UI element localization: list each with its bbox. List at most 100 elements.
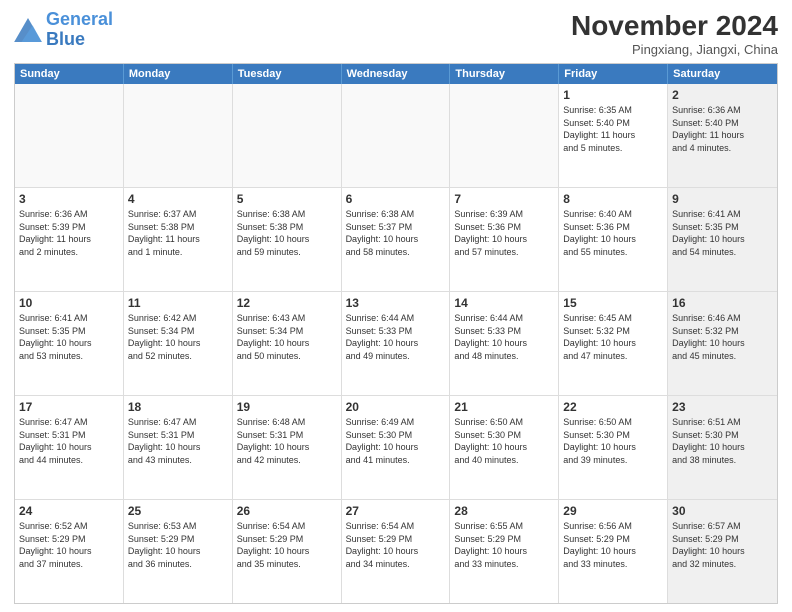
day-info: Sunrise: 6:36 AMSunset: 5:40 PMDaylight:… [672,104,773,154]
day-number: 24 [19,503,119,519]
day-number: 12 [237,295,337,311]
day-cell-13: 13Sunrise: 6:44 AMSunset: 5:33 PMDayligh… [342,292,451,395]
day-cell-29: 29Sunrise: 6:56 AMSunset: 5:29 PMDayligh… [559,500,668,603]
day-info: Sunrise: 6:40 AMSunset: 5:36 PMDaylight:… [563,208,663,258]
day-info: Sunrise: 6:57 AMSunset: 5:29 PMDaylight:… [672,520,773,570]
day-number: 16 [672,295,773,311]
week-row-0: 1Sunrise: 6:35 AMSunset: 5:40 PMDaylight… [15,84,777,187]
week-row-3: 17Sunrise: 6:47 AMSunset: 5:31 PMDayligh… [15,395,777,499]
day-info: Sunrise: 6:52 AMSunset: 5:29 PMDaylight:… [19,520,119,570]
month-title: November 2024 [571,10,778,42]
day-cell-18: 18Sunrise: 6:47 AMSunset: 5:31 PMDayligh… [124,396,233,499]
day-cell-14: 14Sunrise: 6:44 AMSunset: 5:33 PMDayligh… [450,292,559,395]
day-number: 3 [19,191,119,207]
logo: General Blue [14,10,113,50]
day-cell-10: 10Sunrise: 6:41 AMSunset: 5:35 PMDayligh… [15,292,124,395]
day-cell-12: 12Sunrise: 6:43 AMSunset: 5:34 PMDayligh… [233,292,342,395]
day-number: 1 [563,87,663,103]
day-cell-7: 7Sunrise: 6:39 AMSunset: 5:36 PMDaylight… [450,188,559,291]
day-number: 19 [237,399,337,415]
day-cell-16: 16Sunrise: 6:46 AMSunset: 5:32 PMDayligh… [668,292,777,395]
week-row-2: 10Sunrise: 6:41 AMSunset: 5:35 PMDayligh… [15,291,777,395]
day-cell-21: 21Sunrise: 6:50 AMSunset: 5:30 PMDayligh… [450,396,559,499]
day-number: 8 [563,191,663,207]
day-cell-9: 9Sunrise: 6:41 AMSunset: 5:35 PMDaylight… [668,188,777,291]
day-info: Sunrise: 6:38 AMSunset: 5:38 PMDaylight:… [237,208,337,258]
day-info: Sunrise: 6:56 AMSunset: 5:29 PMDaylight:… [563,520,663,570]
day-cell-30: 30Sunrise: 6:57 AMSunset: 5:29 PMDayligh… [668,500,777,603]
page: General Blue November 2024 Pingxiang, Ji… [0,0,792,612]
day-number: 11 [128,295,228,311]
day-number: 18 [128,399,228,415]
day-cell-26: 26Sunrise: 6:54 AMSunset: 5:29 PMDayligh… [233,500,342,603]
day-info: Sunrise: 6:49 AMSunset: 5:30 PMDaylight:… [346,416,446,466]
day-number: 9 [672,191,773,207]
header-day-sunday: Sunday [15,64,124,84]
day-number: 30 [672,503,773,519]
calendar-header: SundayMondayTuesdayWednesdayThursdayFrid… [15,64,777,84]
day-number: 17 [19,399,119,415]
day-info: Sunrise: 6:55 AMSunset: 5:29 PMDaylight:… [454,520,554,570]
day-cell-1: 1Sunrise: 6:35 AMSunset: 5:40 PMDaylight… [559,84,668,187]
day-info: Sunrise: 6:35 AMSunset: 5:40 PMDaylight:… [563,104,663,154]
day-info: Sunrise: 6:43 AMSunset: 5:34 PMDaylight:… [237,312,337,362]
day-number: 6 [346,191,446,207]
day-number: 27 [346,503,446,519]
day-cell-3: 3Sunrise: 6:36 AMSunset: 5:39 PMDaylight… [15,188,124,291]
day-info: Sunrise: 6:42 AMSunset: 5:34 PMDaylight:… [128,312,228,362]
day-info: Sunrise: 6:54 AMSunset: 5:29 PMDaylight:… [237,520,337,570]
header-day-monday: Monday [124,64,233,84]
day-cell-23: 23Sunrise: 6:51 AMSunset: 5:30 PMDayligh… [668,396,777,499]
day-cell-24: 24Sunrise: 6:52 AMSunset: 5:29 PMDayligh… [15,500,124,603]
day-number: 4 [128,191,228,207]
day-info: Sunrise: 6:50 AMSunset: 5:30 PMDaylight:… [454,416,554,466]
day-cell-2: 2Sunrise: 6:36 AMSunset: 5:40 PMDaylight… [668,84,777,187]
week-row-1: 3Sunrise: 6:36 AMSunset: 5:39 PMDaylight… [15,187,777,291]
day-info: Sunrise: 6:41 AMSunset: 5:35 PMDaylight:… [672,208,773,258]
day-info: Sunrise: 6:48 AMSunset: 5:31 PMDaylight:… [237,416,337,466]
day-cell-27: 27Sunrise: 6:54 AMSunset: 5:29 PMDayligh… [342,500,451,603]
empty-cell [233,84,342,187]
day-number: 23 [672,399,773,415]
day-cell-6: 6Sunrise: 6:38 AMSunset: 5:37 PMDaylight… [342,188,451,291]
day-info: Sunrise: 6:50 AMSunset: 5:30 PMDaylight:… [563,416,663,466]
day-info: Sunrise: 6:36 AMSunset: 5:39 PMDaylight:… [19,208,119,258]
header-day-thursday: Thursday [450,64,559,84]
empty-cell [15,84,124,187]
week-row-4: 24Sunrise: 6:52 AMSunset: 5:29 PMDayligh… [15,499,777,603]
day-number: 25 [128,503,228,519]
logo-line2: Blue [46,29,85,49]
header-day-wednesday: Wednesday [342,64,451,84]
day-number: 28 [454,503,554,519]
logo-line1: General [46,9,113,29]
day-number: 20 [346,399,446,415]
empty-cell [450,84,559,187]
day-info: Sunrise: 6:41 AMSunset: 5:35 PMDaylight:… [19,312,119,362]
calendar-body: 1Sunrise: 6:35 AMSunset: 5:40 PMDaylight… [15,84,777,603]
day-cell-8: 8Sunrise: 6:40 AMSunset: 5:36 PMDaylight… [559,188,668,291]
day-number: 22 [563,399,663,415]
day-info: Sunrise: 6:47 AMSunset: 5:31 PMDaylight:… [19,416,119,466]
day-cell-17: 17Sunrise: 6:47 AMSunset: 5:31 PMDayligh… [15,396,124,499]
day-info: Sunrise: 6:37 AMSunset: 5:38 PMDaylight:… [128,208,228,258]
day-cell-15: 15Sunrise: 6:45 AMSunset: 5:32 PMDayligh… [559,292,668,395]
header-day-saturday: Saturday [668,64,777,84]
logo-icon [14,18,42,42]
day-number: 14 [454,295,554,311]
day-number: 5 [237,191,337,207]
day-cell-20: 20Sunrise: 6:49 AMSunset: 5:30 PMDayligh… [342,396,451,499]
day-info: Sunrise: 6:39 AMSunset: 5:36 PMDaylight:… [454,208,554,258]
empty-cell [342,84,451,187]
calendar: SundayMondayTuesdayWednesdayThursdayFrid… [14,63,778,604]
day-info: Sunrise: 6:44 AMSunset: 5:33 PMDaylight:… [454,312,554,362]
day-number: 2 [672,87,773,103]
header-day-tuesday: Tuesday [233,64,342,84]
day-info: Sunrise: 6:54 AMSunset: 5:29 PMDaylight:… [346,520,446,570]
logo-text: General Blue [46,10,113,50]
day-cell-22: 22Sunrise: 6:50 AMSunset: 5:30 PMDayligh… [559,396,668,499]
day-cell-5: 5Sunrise: 6:38 AMSunset: 5:38 PMDaylight… [233,188,342,291]
day-number: 21 [454,399,554,415]
day-number: 26 [237,503,337,519]
day-cell-28: 28Sunrise: 6:55 AMSunset: 5:29 PMDayligh… [450,500,559,603]
day-number: 29 [563,503,663,519]
